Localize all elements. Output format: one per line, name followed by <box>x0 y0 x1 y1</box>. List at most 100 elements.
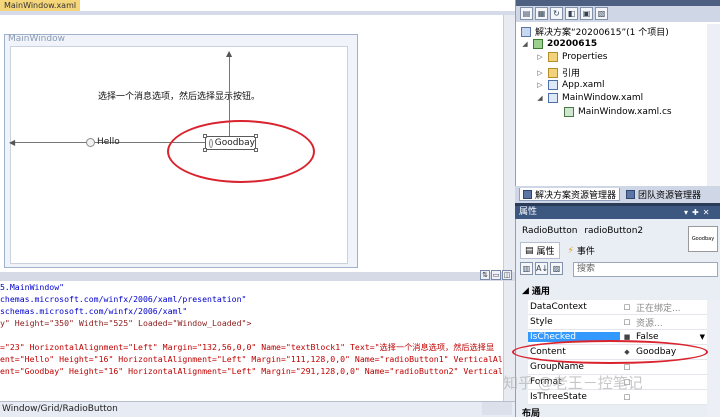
class-diagram-icon[interactable]: ▧ <box>595 7 608 20</box>
selected-element-info: RadioButton radioButton2 <box>522 226 643 236</box>
tree-item-references[interactable]: ▷ 引用 <box>536 66 580 79</box>
category-layout[interactable]: 布局 <box>522 406 540 417</box>
radio-button-1-label: Hello <box>97 137 120 147</box>
properties-icon[interactable]: ▤ <box>520 7 533 20</box>
team-explorer-icon <box>626 190 636 199</box>
designer-zoom-strip <box>0 11 515 15</box>
properties-vertical-scrollbar[interactable] <box>707 300 720 417</box>
property-marker-icon[interactable]: □ <box>620 318 634 326</box>
tree-item-label: App.xaml <box>562 80 605 90</box>
references-icon <box>548 67 558 78</box>
property-value[interactable]: 正在绑定... <box>634 301 708 314</box>
arrow-left-icon: ◀ <box>9 138 16 147</box>
code-line: ent="Goodbay" Height="16" HorizontalAlig… <box>0 366 515 376</box>
tab-label: 属性 <box>536 247 555 257</box>
lightning-icon: ⚡ <box>567 245 574 256</box>
annotation-ellipse-radio <box>167 120 315 183</box>
view-code-icon[interactable]: ◧ <box>565 7 578 20</box>
xaml-code-editor[interactable]: 5.MainWindow" chemas.microsoft.com/winfx… <box>0 281 515 401</box>
arrow-up-icon: ▲ <box>226 49 233 58</box>
document-tab[interactable]: MainWindow.xaml <box>0 0 81 11</box>
text-block-1[interactable]: 选择一个消息选项，然后选择显示按钮。 <box>98 89 260 102</box>
horizontal-split-button[interactable]: ▭ <box>491 270 501 280</box>
property-marker-icon[interactable]: □ <box>620 393 634 401</box>
property-marker-icon[interactable]: □ <box>620 303 634 311</box>
tab-team-explorer[interactable]: 团队资源管理器 <box>626 188 701 201</box>
tree-item-label: MainWindow.xaml.cs <box>578 107 672 117</box>
alphabetical-icon[interactable]: A↓ <box>535 262 548 275</box>
filter-icon[interactable]: ▨ <box>550 262 563 275</box>
tab-label: 解决方案资源管理器 <box>535 190 617 201</box>
view-designer-icon[interactable]: ▣ <box>580 7 593 20</box>
tab-properties[interactable]: ▤ 属性 <box>520 242 560 259</box>
solution-explorer-icon <box>523 189 532 199</box>
expand-arrow-icon[interactable]: ▷ <box>536 69 544 77</box>
code-line: y" Height="350" Width="525" Loaded="Wind… <box>0 318 252 328</box>
tab-events[interactable]: ⚡ 事件 <box>564 242 599 259</box>
pane-toggle-group: ⇅ ▭ ◫ <box>480 270 512 280</box>
collapse-arrow-icon[interactable]: ◢ <box>521 40 529 48</box>
show-all-files-icon[interactable]: ▦ <box>535 7 548 20</box>
tree-item-properties[interactable]: ▷ Properties <box>536 52 607 62</box>
tree-item-mainwindow-xaml[interactable]: ◢ MainWindow.xaml <box>536 93 643 103</box>
tree-item-app-xaml[interactable]: ▷ App.xaml <box>536 80 605 90</box>
annotation-ellipse-content <box>512 340 708 364</box>
solution-vertical-scrollbar[interactable] <box>707 24 720 186</box>
code-line: ="23" HorizontalAlignment="Left" Margin=… <box>0 342 495 352</box>
categorized-icon[interactable]: ▥ <box>520 262 533 275</box>
collapse-arrow-icon: ◢ <box>522 285 529 296</box>
tree-item-solution[interactable]: 解决方案“20200615”(1 个项目) <box>521 25 669 38</box>
xaml-file-icon <box>548 80 558 90</box>
property-marker-icon[interactable]: □ <box>620 363 634 371</box>
tree-item-label: 引用 <box>562 69 581 79</box>
panel-pin-close-icon[interactable]: ▾✚✕ <box>684 206 713 219</box>
category-label: 通用 <box>531 287 550 297</box>
tree-item-label: Properties <box>562 52 608 62</box>
cs-file-icon <box>564 107 574 117</box>
element-name: radioButton2 <box>584 226 644 236</box>
tree-item-label: 20200615 <box>547 39 598 49</box>
tree-item-mainwindow-cs[interactable]: MainWindow.xaml.cs <box>564 107 672 117</box>
property-name: Style <box>530 317 553 327</box>
folder-icon <box>548 52 558 62</box>
designer-xaml-splitter[interactable] <box>0 272 515 281</box>
collapse-arrow-icon[interactable]: ◢ <box>536 94 544 102</box>
xaml-file-icon <box>548 93 558 103</box>
radio-circle-icon <box>86 137 95 147</box>
category-common[interactable]: ◢ 通用 <box>522 284 550 298</box>
properties-icon: ▤ <box>525 245 534 256</box>
designer-vertical-scrollbar[interactable] <box>503 15 515 272</box>
property-search-input[interactable]: 搜索 <box>573 262 718 277</box>
property-name: DataContext <box>530 302 587 312</box>
element-type: RadioButton <box>522 226 578 236</box>
solution-explorer-toolbar: ▤ ▦ ↻ ◧ ▣ ▧ <box>516 6 720 22</box>
tab-label: 团队资源管理器 <box>638 191 702 201</box>
refresh-icon[interactable]: ↻ <box>550 7 563 20</box>
window-preview-title: MainWindow <box>8 34 65 44</box>
code-line: ent="Hello" Height="16" HorizontalAlignm… <box>0 354 515 364</box>
tree-item-project[interactable]: ◢ 20200615 <box>521 39 597 49</box>
tree-item-label: 解决方案“20200615”(1 个项目) <box>535 28 669 38</box>
breadcrumb[interactable]: Window/Grid/RadioButton <box>0 401 515 417</box>
expand-arrow-icon[interactable]: ▷ <box>536 81 544 89</box>
vertical-split-button[interactable]: ◫ <box>502 270 512 280</box>
code-line: 5.MainWindow" <box>0 282 65 292</box>
property-name: IsThreeState <box>530 392 587 402</box>
tab-solution-explorer[interactable]: 解决方案资源管理器 <box>519 188 621 201</box>
horizontal-scrollbar[interactable] <box>482 402 512 415</box>
swap-panes-button[interactable]: ⇅ <box>480 270 490 280</box>
watermark: 知乎 @老王－控笔记 <box>503 374 643 392</box>
radio-button-1[interactable]: Hello <box>86 137 120 147</box>
solution-icon <box>521 26 531 37</box>
tree-item-label: MainWindow.xaml <box>562 93 644 103</box>
code-line: schemas.microsoft.com/winfx/2006/xaml" <box>0 306 188 316</box>
property-row-datacontext[interactable]: DataContext □ 正在绑定... <box>528 300 708 315</box>
element-preview-thumbnail: Goodbay <box>688 226 718 252</box>
property-row-style[interactable]: Style □ 资源... <box>528 315 708 330</box>
code-line: chemas.microsoft.com/winfx/2006/xaml/pre… <box>0 294 247 304</box>
property-value[interactable]: 资源... <box>634 316 708 329</box>
solution-bottom-tabs: 解决方案资源管理器 团队资源管理器 <box>515 186 720 203</box>
properties-tab-strip: ▤ 属性 ⚡ 事件 <box>520 242 599 259</box>
project-icon <box>533 39 543 49</box>
expand-arrow-icon[interactable]: ▷ <box>536 53 544 61</box>
